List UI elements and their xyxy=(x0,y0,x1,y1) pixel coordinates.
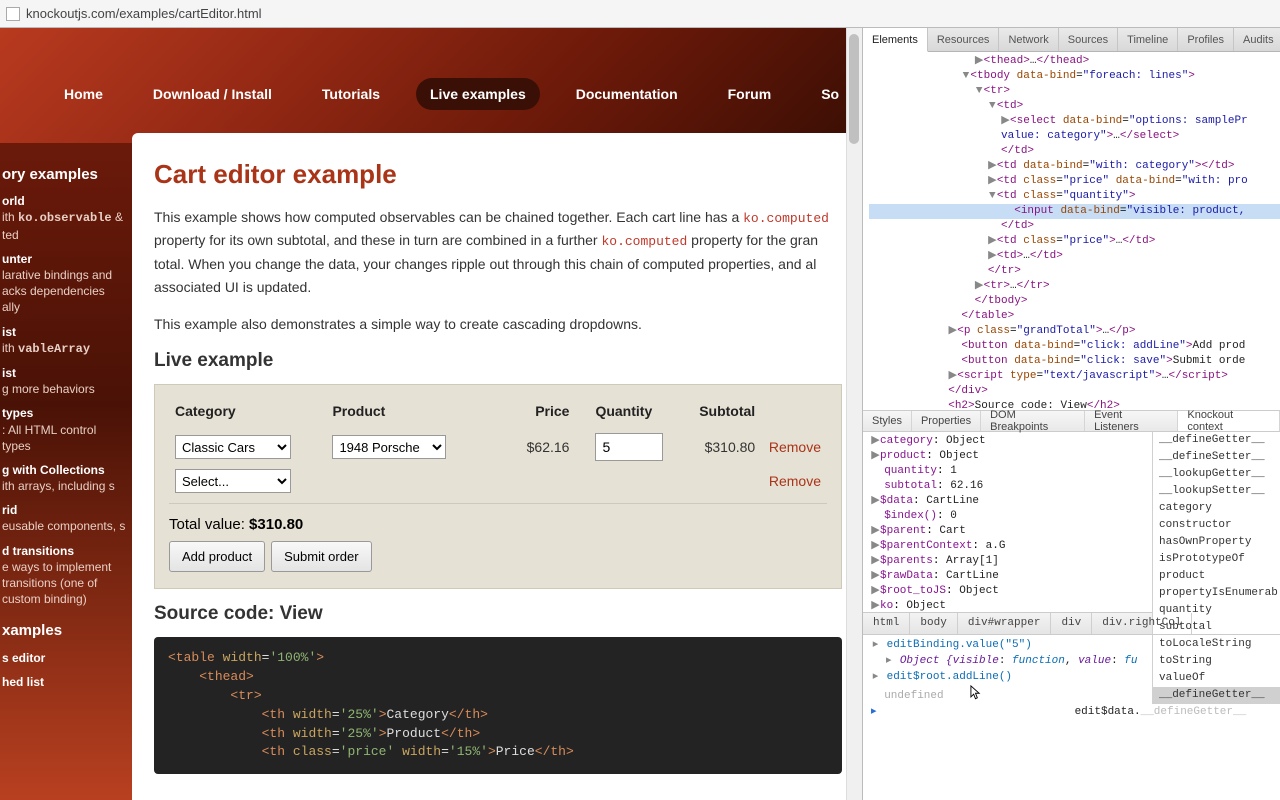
sidebar-item-desc: eusable components, s xyxy=(2,518,126,534)
sidebar-heading: xamples xyxy=(0,611,132,645)
col-product: Product xyxy=(326,399,483,429)
subtab-dom-breakpoints[interactable]: DOM Breakpoints xyxy=(981,411,1085,431)
page-viewport: Home Download / Install Tutorials Live e… xyxy=(0,28,862,800)
inline-code: ko.computed xyxy=(743,211,829,226)
subtab-event-listeners[interactable]: Event Listeners xyxy=(1085,411,1178,431)
page-scrollbar[interactable] xyxy=(846,28,862,800)
crumb[interactable]: body xyxy=(910,613,957,634)
nav-forum[interactable]: Forum xyxy=(714,78,786,110)
tab-resources[interactable]: Resources xyxy=(928,28,1000,51)
intro-paragraph: This example shows how computed observab… xyxy=(154,206,842,299)
subtotal-cell: $310.80 xyxy=(669,429,761,465)
sidebar-item[interactable]: orldith ko.observable & ted xyxy=(0,189,132,247)
breadcrumb-path: html body div#wrapper div div.rightCol xyxy=(863,612,1152,634)
dom-tree[interactable]: ▶<thead>…</thead> ▼<tbody data-bind="for… xyxy=(863,52,1280,410)
tab-network[interactable]: Network xyxy=(999,28,1058,51)
sidebar-item[interactable]: s editor xyxy=(0,646,132,670)
devtools-panel: Elements Resources Network Sources Timel… xyxy=(862,28,1280,800)
live-example-heading: Live example xyxy=(154,350,842,372)
inline-code: ko.computed xyxy=(601,234,687,249)
col-quantity: Quantity xyxy=(575,399,669,429)
tab-elements[interactable]: Elements xyxy=(863,28,928,52)
sidebar-item-title: g with Collections xyxy=(2,462,126,478)
knockout-context-panel: ▶category: Object▶product: Object quanti… xyxy=(863,432,1280,800)
nav-download[interactable]: Download / Install xyxy=(139,78,286,110)
sidebar-item-title: d transitions xyxy=(2,543,126,559)
browser-url-bar: knockoutjs.com/examples/cartEditor.html xyxy=(0,0,1280,28)
sidebar-item-title: types xyxy=(2,405,126,421)
devtools-tabs: Elements Resources Network Sources Timel… xyxy=(863,28,1280,52)
subtab-styles[interactable]: Styles xyxy=(863,411,912,431)
sidebar-item-desc: larative bindings and acks dependencies … xyxy=(2,267,126,316)
source-view-heading: Source code: View xyxy=(154,603,842,625)
sidebar-item[interactable]: hed list xyxy=(0,670,132,694)
sidebar-item-title: rid xyxy=(2,502,126,518)
cart-row: Classic Cars 1948 Porsche $62.16 $310.80… xyxy=(169,429,827,465)
sidebar-item-desc: ith arrays, including s xyxy=(2,478,126,494)
sidebar-item-title: hed list xyxy=(2,674,126,690)
add-product-button[interactable]: Add product xyxy=(169,541,265,572)
sidebar-item[interactable]: istg more behaviors xyxy=(0,361,132,401)
sidebar-item-title: ist xyxy=(2,324,126,340)
submit-order-button[interactable]: Submit order xyxy=(271,541,371,572)
sidebar-item-desc: : All HTML control types xyxy=(2,422,126,454)
sidebar-item-desc: e ways to implement transitions (one of … xyxy=(2,559,126,608)
sidebar: ory examples orldith ko.observable & ted… xyxy=(0,143,132,800)
remove-link[interactable]: Remove xyxy=(769,473,821,489)
sidebar-item[interactable]: rideusable components, s xyxy=(0,498,132,538)
sidebar-item-desc: ith ko.observable & ted xyxy=(2,209,126,242)
sidebar-item-title: unter xyxy=(2,251,126,267)
remove-link[interactable]: Remove xyxy=(769,439,821,455)
tab-audits[interactable]: Audits xyxy=(1234,28,1280,51)
subtab-properties[interactable]: Properties xyxy=(912,411,981,431)
crumb[interactable]: div xyxy=(1051,613,1092,634)
nav-documentation[interactable]: Documentation xyxy=(562,78,692,110)
content-panel: Cart editor example This example shows h… xyxy=(132,133,862,800)
nav-home[interactable]: Home xyxy=(50,78,117,110)
devtools-subtabs: Styles Properties DOM Breakpoints Event … xyxy=(863,410,1280,432)
quantity-input[interactable] xyxy=(595,433,663,461)
nav-live-examples[interactable]: Live examples xyxy=(416,78,540,110)
tab-sources[interactable]: Sources xyxy=(1059,28,1118,51)
cart-total: Total value: $310.80 xyxy=(169,503,827,533)
sidebar-item[interactable]: d transitionse ways to implement transit… xyxy=(0,539,132,612)
page-icon xyxy=(6,7,20,21)
col-subtotal: Subtotal xyxy=(669,399,761,429)
col-price: Price xyxy=(484,399,576,429)
sidebar-item[interactable]: types: All HTML control types xyxy=(0,401,132,458)
mouse-cursor-icon xyxy=(970,685,981,701)
page-title: Cart editor example xyxy=(154,159,842,190)
sidebar-item-title: ist xyxy=(2,365,126,381)
page-header: Home Download / Install Tutorials Live e… xyxy=(0,28,862,143)
devtools-console[interactable]: ▸ editBinding.value("5") ▸ Object {visib… xyxy=(863,634,1280,720)
sidebar-item[interactable]: istith vableArray xyxy=(0,320,132,361)
sidebar-item-desc: g more behaviors xyxy=(2,381,126,397)
col-category: Category xyxy=(169,399,326,429)
crumb[interactable]: div.rightCol xyxy=(1092,613,1192,634)
cart-editor: Category Product Price Quantity Subtotal… xyxy=(154,384,842,589)
crumb[interactable]: html xyxy=(863,613,910,634)
nav-tutorials[interactable]: Tutorials xyxy=(308,78,394,110)
category-select[interactable]: Select... xyxy=(175,469,291,493)
product-select[interactable]: 1948 Porsche xyxy=(332,435,446,459)
tab-timeline[interactable]: Timeline xyxy=(1118,28,1178,51)
main-nav: Home Download / Install Tutorials Live e… xyxy=(50,78,853,110)
sidebar-item[interactable]: g with Collectionsith arrays, including … xyxy=(0,458,132,498)
sidebar-item-desc: ith vableArray xyxy=(2,340,126,357)
url-text[interactable]: knockoutjs.com/examples/cartEditor.html xyxy=(26,6,262,21)
code-block: <table width='100%'> <thead> <tr> <th wi… xyxy=(154,637,842,774)
sidebar-item[interactable]: unterlarative bindings and acks dependen… xyxy=(0,247,132,320)
category-select[interactable]: Classic Cars xyxy=(175,435,291,459)
crumb[interactable]: div#wrapper xyxy=(958,613,1052,634)
intro-paragraph-2: This example also demonstrates a simple … xyxy=(154,313,842,336)
subtab-knockout-context[interactable]: Knockout context xyxy=(1178,411,1280,431)
cart-row: Select... Remove xyxy=(169,465,827,497)
price-cell: $62.16 xyxy=(484,429,576,465)
sidebar-item-title: s editor xyxy=(2,650,126,666)
sidebar-item-title: orld xyxy=(2,193,126,209)
sidebar-heading: ory examples xyxy=(0,155,132,189)
tab-profiles[interactable]: Profiles xyxy=(1178,28,1234,51)
